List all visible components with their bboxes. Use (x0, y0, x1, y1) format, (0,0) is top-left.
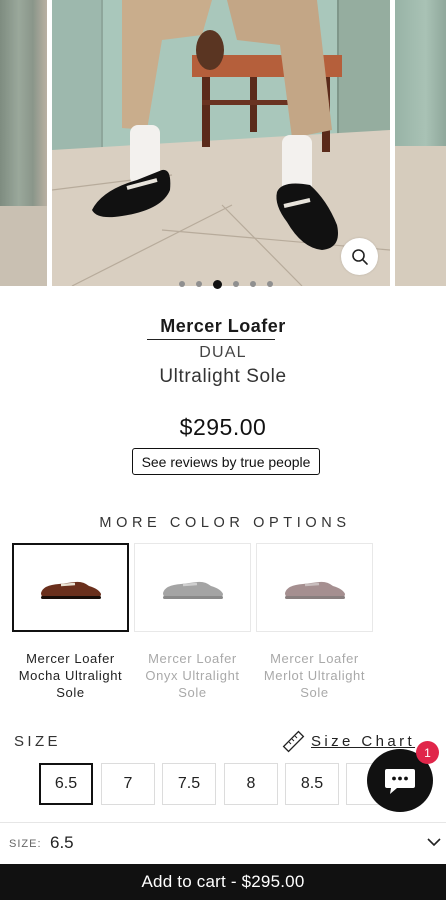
size-dropdown-label: SIZE: (9, 838, 42, 850)
color-option-label[interactable]: Mercer Loafer Merlot Ultralight Sole (256, 650, 373, 701)
carousel-dot[interactable] (267, 281, 273, 287)
carousel-dot[interactable] (233, 281, 239, 287)
color-option-label[interactable]: Mercer Loafer Mocha Ultralight Sole (12, 650, 129, 701)
size-option-6-5[interactable]: 6.5 (39, 763, 93, 805)
size-option-8[interactable]: 8 (224, 763, 278, 805)
color-option-line: Mercer Loafer (270, 651, 359, 666)
color-option-label[interactable]: Mercer Loafer Onyx Ultralight Sole (134, 650, 251, 701)
color-option-line: Sole (300, 685, 329, 700)
size-chart-label: Size Chart (311, 733, 416, 750)
carousel-pagination (0, 279, 446, 289)
color-option-line: Merlot Ultralight (263, 668, 366, 683)
title-underline (147, 339, 275, 340)
color-swatch-mocha[interactable] (12, 543, 129, 632)
chat-icon (385, 768, 415, 794)
chat-unread-badge: 1 (416, 741, 439, 764)
more-color-options-heading: MORE COLOR OPTIONS (99, 515, 351, 531)
color-option-line: Mocha Ultralight (18, 668, 123, 683)
product-image-carousel[interactable] (0, 0, 446, 290)
carousel-dot[interactable] (213, 279, 222, 289)
product-subtitle: DUAL (199, 344, 247, 361)
next-slide-image[interactable] (395, 0, 446, 286)
product-title: Mercer Loafer (160, 316, 286, 336)
carousel-dot[interactable] (179, 281, 185, 287)
color-swatch-onyx[interactable] (134, 543, 251, 632)
product-sole-type: Ultralight Sole (159, 366, 287, 387)
loafer-thumbnail-icon (162, 581, 223, 599)
carousel-dot[interactable] (196, 281, 202, 287)
size-dropdown-value: 6.5 (50, 833, 74, 852)
magnifier-icon (351, 248, 368, 265)
previous-slide-image[interactable] (0, 0, 47, 286)
color-option-line: Sole (56, 685, 85, 700)
size-option-8-5[interactable]: 8.5 (285, 763, 339, 805)
see-reviews-button[interactable]: See reviews by true people (132, 448, 320, 475)
loafer-thumbnail-icon (284, 581, 345, 599)
color-swatch-merlot[interactable] (256, 543, 373, 632)
ruler-icon (282, 730, 305, 753)
color-option-line: Sole (178, 685, 207, 700)
loafer-thumbnail-icon (40, 581, 101, 599)
zoom-button[interactable] (341, 238, 378, 275)
product-photo-illustration (52, 0, 390, 286)
color-option-line: Mercer Loafer (148, 651, 237, 666)
carousel-dot[interactable] (250, 281, 256, 287)
size-heading: SIZE (14, 733, 61, 750)
size-option-7-5[interactable]: 7.5 (162, 763, 216, 805)
size-option-7[interactable]: 7 (101, 763, 155, 805)
add-to-cart-button[interactable]: Add to cart - $295.00 (0, 864, 446, 900)
color-option-line: Onyx Ultralight (145, 668, 240, 683)
product-price: $295.00 (179, 414, 267, 440)
product-photo[interactable] (52, 0, 390, 286)
chevron-down-icon (427, 838, 441, 847)
color-option-line: Mercer Loafer (26, 651, 115, 666)
size-dropdown[interactable]: SIZE: 6.5 (0, 822, 446, 864)
